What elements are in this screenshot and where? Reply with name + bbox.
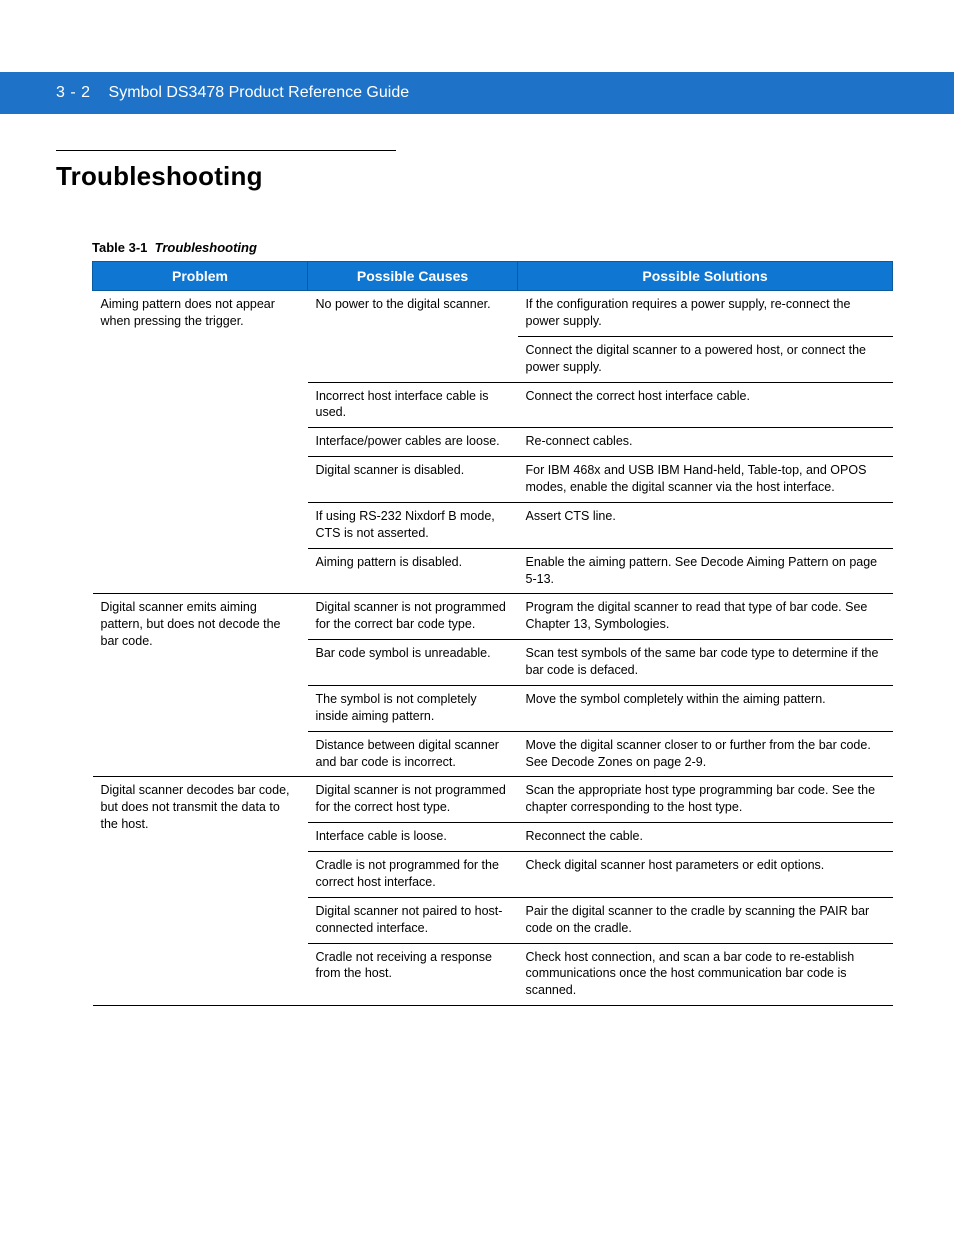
- table-row: Digital scanner decodes bar code, but do…: [93, 777, 893, 823]
- cause-cell: Bar code symbol is unreadable.: [308, 640, 518, 686]
- cause-cell: Distance between digital scanner and bar…: [308, 731, 518, 777]
- problem-cell: Digital scanner emits aiming pattern, bu…: [93, 594, 308, 777]
- solution-cell: Enable the aiming pattern. See Decode Ai…: [518, 548, 893, 594]
- cause-cell: Digital scanner not paired to host-conne…: [308, 897, 518, 943]
- cause-cell: If using RS-232 Nixdorf B mode, CTS is n…: [308, 502, 518, 548]
- solution-cell: Re-connect cables.: [518, 428, 893, 457]
- col-header-causes: Possible Causes: [308, 262, 518, 291]
- solution-cell: Scan the appropriate host type programmi…: [518, 777, 893, 823]
- cause-cell: Incorrect host interface cable is used.: [308, 382, 518, 428]
- solution-cell: Check digital scanner host parameters or…: [518, 852, 893, 898]
- table-row: Digital scanner emits aiming pattern, bu…: [93, 594, 893, 640]
- solution-cell: For IBM 468x and USB IBM Hand-held, Tabl…: [518, 457, 893, 503]
- solution-cell: Move the symbol completely within the ai…: [518, 685, 893, 731]
- solution-cell: Assert CTS line.: [518, 502, 893, 548]
- cause-cell: Interface cable is loose.: [308, 823, 518, 852]
- guide-title: Symbol DS3478 Product Reference Guide: [109, 84, 410, 102]
- solution-cell: Connect the correct host interface cable…: [518, 382, 893, 428]
- problem-cell: Digital scanner decodes bar code, but do…: [93, 777, 308, 1006]
- page-number: 3 - 2: [56, 84, 91, 102]
- cause-cell: Digital scanner is not programmed for th…: [308, 777, 518, 823]
- section-title: Troubleshooting: [56, 161, 898, 192]
- table-header-row: Problem Possible Causes Possible Solutio…: [93, 262, 893, 291]
- table-caption-title: Troubleshooting: [155, 240, 257, 255]
- col-header-problem: Problem: [93, 262, 308, 291]
- col-header-solutions: Possible Solutions: [518, 262, 893, 291]
- section-rule: [56, 150, 396, 151]
- troubleshooting-table: Problem Possible Causes Possible Solutio…: [92, 261, 893, 1006]
- cause-cell: Digital scanner is not programmed for th…: [308, 594, 518, 640]
- cause-cell: Digital scanner is disabled.: [308, 457, 518, 503]
- solution-cell: Move the digital scanner closer to or fu…: [518, 731, 893, 777]
- cause-cell: No power to the digital scanner.: [308, 291, 518, 383]
- table-caption: Table 3-1 Troubleshooting: [92, 240, 898, 255]
- problem-cell: Aiming pattern does not appear when pres…: [93, 291, 308, 594]
- solution-cell: Connect the digital scanner to a powered…: [518, 336, 893, 382]
- cause-cell: Cradle is not programmed for the correct…: [308, 852, 518, 898]
- solution-cell: Check host connection, and scan a bar co…: [518, 943, 893, 1006]
- table-caption-prefix: Table 3-1: [92, 240, 147, 255]
- cause-cell: Cradle not receiving a response from the…: [308, 943, 518, 1006]
- troubleshooting-table-wrap: Table 3-1 Troubleshooting Problem Possib…: [92, 240, 898, 1006]
- cause-cell: Aiming pattern is disabled.: [308, 548, 518, 594]
- cause-cell: The symbol is not completely inside aimi…: [308, 685, 518, 731]
- solution-cell: Reconnect the cable.: [518, 823, 893, 852]
- table-row: Aiming pattern does not appear when pres…: [93, 291, 893, 337]
- page-content: Troubleshooting Table 3-1 Troubleshootin…: [0, 114, 954, 1006]
- cause-cell: Interface/power cables are loose.: [308, 428, 518, 457]
- solution-cell: Program the digital scanner to read that…: [518, 594, 893, 640]
- solution-cell: Pair the digital scanner to the cradle b…: [518, 897, 893, 943]
- page-header-band: 3 - 2 Symbol DS3478 Product Reference Gu…: [0, 72, 954, 114]
- solution-cell: Scan test symbols of the same bar code t…: [518, 640, 893, 686]
- solution-cell: If the configuration requires a power su…: [518, 291, 893, 337]
